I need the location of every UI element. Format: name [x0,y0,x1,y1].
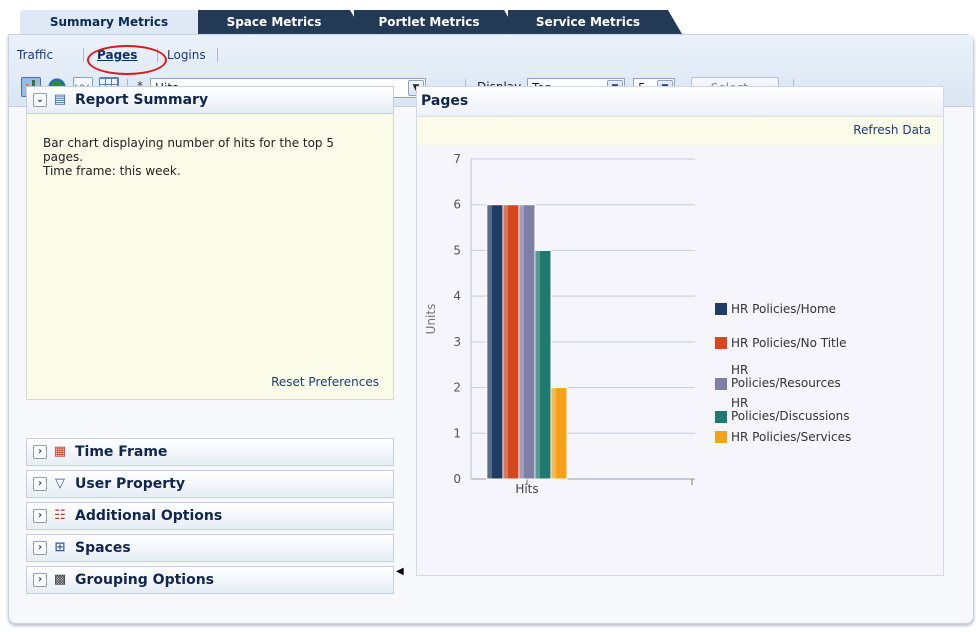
expand-chevron-icon[interactable]: › [33,477,47,491]
bar-highlight [504,204,508,479]
bar-chart: 0 1 2 3 4 5 6 7 Units Hits HR Policies/Home HR Poli… [424,152,851,496]
legend-label: HR [731,363,748,377]
report-summary-body: Bar chart displaying number of hits for … [26,114,394,400]
chart-panel: Pages Refresh Data 0 1 2 3 4 5 6 7 Units Hits HR P… [416,86,944,576]
y-tick-label: 1 [453,426,461,440]
report-summary-title: Report Summary [75,92,209,108]
tab-summary-metrics[interactable]: Summary Metrics [20,10,198,34]
section-user-property[interactable]: › ▽ User Property [26,470,394,498]
expand-chevron-icon[interactable]: › [33,573,47,587]
legend-swatch [715,411,727,423]
highlight-circle [87,45,167,75]
expand-chevron-icon[interactable]: › [33,445,47,459]
filter-icon: ▽ [55,476,65,491]
subtab-logins[interactable]: Logins [167,45,206,65]
left-panel: ⌄ ▤ Report Summary Bar chart displaying … [26,86,394,594]
expand-chevron-icon[interactable]: › [33,509,47,523]
legend-swatch [715,303,727,315]
y-tick-label: 2 [453,381,461,395]
legend-label: Policies/Discussions [731,409,850,423]
section-spaces[interactable]: › ⊞ Spaces [26,534,394,562]
panel-splitter-icon[interactable]: ◀ [396,566,404,588]
section-title: Spaces [75,540,131,556]
checklist-icon: ☷ [54,508,66,523]
summary-timeframe: Time frame: this week. [43,164,181,178]
legend-swatch [715,378,727,390]
section-title: Time Frame [75,444,168,460]
legend-label: HR [731,396,748,410]
bar-highlight [488,204,492,479]
section-grouping-options[interactable]: › ▩ Grouping Options [26,566,394,594]
section-title: User Property [75,476,185,492]
y-tick-label: 3 [453,335,461,349]
legend-swatch [715,431,727,443]
legend-label: HR Policies/Home [731,302,836,316]
bar-highlight [520,204,524,479]
tab-service-metrics[interactable]: Service Metrics [508,10,682,34]
refresh-data-link[interactable]: Refresh Data [853,123,931,137]
summary-description: Bar chart displaying number of hits for … [43,136,334,164]
section-title: Grouping Options [75,572,214,588]
subtab-traffic[interactable]: Traffic [17,45,53,65]
expand-chevron-icon[interactable]: › [33,541,47,555]
reset-preferences-link[interactable]: Reset Preferences [271,375,379,389]
y-tick-label: 7 [453,152,461,166]
section-additional-options[interactable]: › ☷ Additional Options [26,502,394,530]
document-icon: ▤ [53,92,67,107]
tab-space-metrics[interactable]: Space Metrics [198,10,364,34]
section-title: Additional Options [75,508,223,524]
collapse-chevron-icon[interactable]: ⌄ [33,93,47,107]
section-time-frame[interactable]: › ▦ Time Frame [26,438,394,466]
report-summary-header[interactable]: ⌄ ▤ Report Summary [26,86,394,114]
bar-highlight [552,387,556,479]
chart-area: 0 1 2 3 4 5 6 7 Units Hits HR Policies/Home HR Poli… [417,145,943,555]
subtab-divider [217,48,218,62]
legend-label: HR Policies/Services [731,430,851,444]
y-axis-label: Units [424,304,438,335]
summary-text: Bar chart displaying number of hits for … [43,136,363,178]
legend-label: HR Policies/No Title [731,336,846,350]
bar-highlight [536,250,540,479]
y-tick-label: 0 [453,472,461,486]
legend-swatch [715,337,727,349]
spaces-icon: ⊞ [54,540,66,555]
tab-portlet-metrics[interactable]: Portlet Metrics [354,10,518,34]
y-tick-label: 4 [453,289,461,303]
refresh-band: Refresh Data [417,117,943,145]
chart-panel-title: Pages [417,87,943,117]
y-tick-label: 5 [453,243,461,257]
y-tick-label: 6 [453,198,461,212]
legend-label: Policies/Resources [731,376,841,390]
calendar-icon: ▦ [53,444,67,459]
subtab-divider [83,48,84,62]
grouping-icon: ▩ [53,572,67,587]
x-tick-label: Hits [515,482,538,496]
